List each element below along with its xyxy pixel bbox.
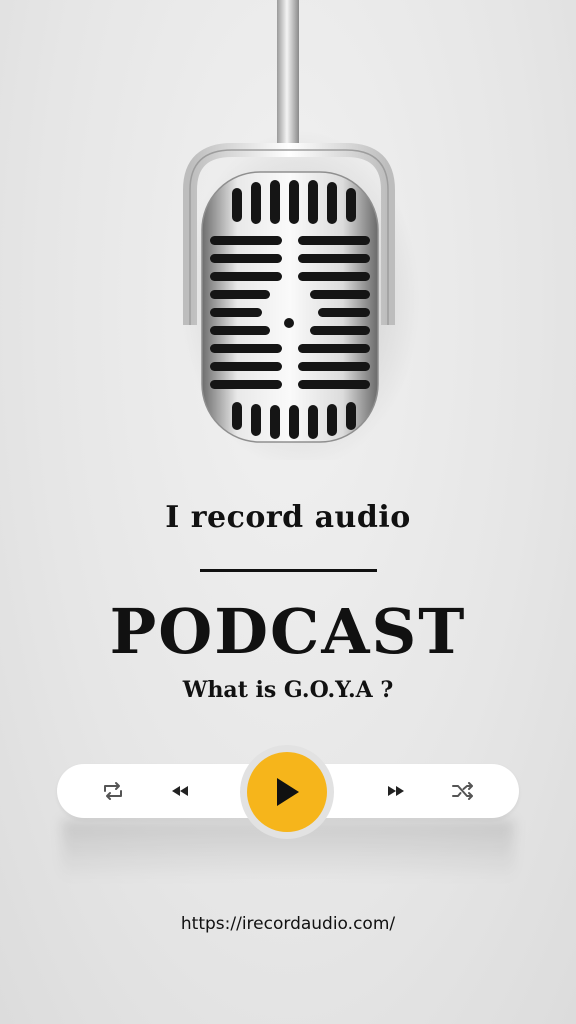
repeat-icon	[104, 782, 122, 800]
microphone-icon	[180, 0, 420, 460]
shuffle-button[interactable]	[441, 764, 485, 818]
shuffle-icon	[452, 782, 473, 800]
microphone-image	[0, 0, 576, 460]
website-link[interactable]: https://irecordaudio.com/	[0, 914, 576, 934]
fast-forward-button[interactable]	[374, 764, 418, 818]
play-icon	[277, 778, 299, 806]
page-title: PODCAST	[109, 595, 467, 668]
rewind-button[interactable]	[158, 764, 202, 818]
episode-title: What is G.O.Y.A ?	[182, 677, 394, 703]
subtitle: I record audio	[165, 500, 411, 535]
fast-forward-icon	[388, 786, 404, 796]
repeat-button[interactable]	[91, 764, 135, 818]
divider	[200, 569, 377, 572]
rewind-icon	[172, 786, 188, 796]
play-button[interactable]	[247, 752, 327, 832]
